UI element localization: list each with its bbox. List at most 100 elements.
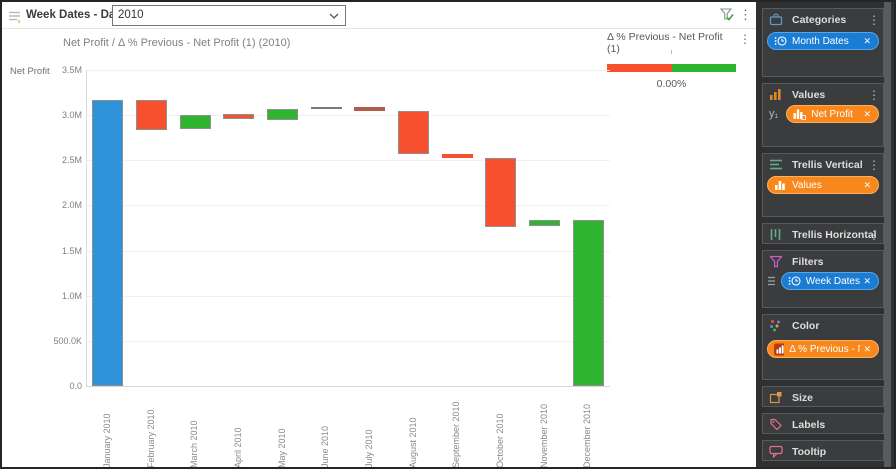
date-field-icon	[774, 35, 787, 47]
waterfall-bar[interactable]	[442, 154, 473, 158]
y-tick-label: 500.0K	[20, 336, 82, 346]
legend-midpoint-tick	[671, 50, 672, 54]
gridline	[86, 70, 610, 71]
report-canvas: Week Dates - Date 2010 ⋮ Net Profit / Δ …	[2, 2, 756, 467]
gridline	[86, 205, 610, 206]
visual-options-icon[interactable]: ⋮	[739, 8, 752, 22]
trellis-vertical-icon	[769, 158, 783, 171]
pill-values[interactable]: Values ✕	[767, 176, 879, 194]
filters-icon	[769, 255, 783, 268]
values-options-icon[interactable]: ⋮	[868, 88, 880, 102]
measure-icon	[793, 108, 806, 120]
waterfall-bar[interactable]	[354, 107, 385, 111]
x-axis-label: May 2010	[277, 390, 288, 467]
y-tick-label: 3.0M	[20, 110, 82, 120]
field-well-filters: Filters Week Dates ✕	[762, 250, 884, 308]
year-dropdown[interactable]: 2010	[112, 5, 346, 26]
remove-field-icon[interactable]: ✕	[863, 276, 871, 287]
field-well-categories: Categories ⋮ Month Dates ✕	[762, 8, 884, 77]
gridline	[86, 251, 610, 252]
slicer-bar: Week Dates - Date 2010 ⋮	[2, 2, 756, 29]
remove-field-icon[interactable]: ✕	[863, 344, 871, 355]
slicer-title: Week Dates - Date	[26, 9, 126, 21]
color-header[interactable]: Color	[763, 315, 883, 336]
categories-options-icon[interactable]: ⋮	[868, 13, 880, 27]
waterfall-bar[interactable]	[398, 111, 429, 154]
value-axis-prefix: y₁	[769, 108, 778, 120]
x-axis-label: July 2010	[364, 390, 375, 467]
remove-field-icon[interactable]: ✕	[863, 180, 871, 191]
tooltip-header[interactable]: Tooltip	[763, 441, 883, 462]
trellis-horizontal-options-icon[interactable]: ⋮	[868, 228, 880, 242]
legend-negative-swatch	[607, 64, 672, 72]
size-header[interactable]: Size	[763, 387, 883, 408]
pill-color-measure[interactable]: Δ % Previous - Ne... ✕	[767, 340, 879, 358]
panel-scrollbar-thumb[interactable]	[884, 2, 891, 467]
x-axis-line	[86, 386, 610, 387]
y-axis-line	[86, 70, 87, 386]
waterfall-bar[interactable]	[529, 220, 560, 226]
field-well-color: Color Δ % Previous - Ne... ✕	[762, 314, 884, 380]
waterfall-bar[interactable]	[485, 158, 516, 227]
x-axis-label: April 2010	[233, 390, 244, 467]
x-axis-label: June 2010	[320, 390, 331, 467]
x-axis-label: October 2010	[495, 390, 506, 467]
remove-field-icon[interactable]: ✕	[863, 36, 871, 47]
labels-icon	[769, 418, 783, 431]
slicer-icon	[8, 10, 24, 24]
trellis-vertical-options-icon[interactable]: ⋮	[868, 158, 880, 172]
pill-net-profit[interactable]: Net Profit ✕	[786, 105, 879, 123]
x-axis-label: January 2010	[102, 390, 113, 467]
remove-field-icon[interactable]: ✕	[863, 109, 871, 120]
values-header[interactable]: Values ⋮	[763, 84, 883, 105]
legend-options-icon[interactable]: ⋮	[739, 32, 751, 46]
trellis-vertical-header[interactable]: Trellis Vertical ⋮	[763, 154, 883, 175]
trellis-horizontal-icon	[769, 228, 783, 241]
app-window: Week Dates - Date 2010 ⋮ Net Profit / Δ …	[0, 0, 896, 469]
x-axis-label: February 2010	[146, 390, 157, 467]
field-well-trellis-vertical: Trellis Vertical ⋮ Values ✕	[762, 153, 884, 217]
color-icon	[769, 319, 783, 332]
waterfall-bar[interactable]	[573, 220, 604, 386]
panel-scrollbar[interactable]	[884, 2, 891, 467]
x-axis-label: September 2010	[451, 390, 462, 467]
chevron-down-icon	[329, 13, 339, 20]
color-legend: Δ % Previous - Net Profit (1) ⋮ 0.00%	[607, 31, 749, 90]
y-tick-label: 2.5M	[20, 155, 82, 165]
x-axis-label: December 2010	[582, 390, 593, 467]
field-well-labels: Labels	[762, 413, 884, 434]
measure-icon	[774, 179, 787, 191]
x-axis-label: November 2010	[539, 390, 550, 467]
gridline	[86, 296, 610, 297]
field-well-size: Size	[762, 386, 884, 407]
trellis-horizontal-header[interactable]: Trellis Horizontal ⋮	[763, 224, 883, 245]
gridline	[86, 341, 610, 342]
pill-month-dates[interactable]: Month Dates ✕	[767, 32, 879, 50]
legend-positive-swatch	[672, 64, 737, 72]
categories-header[interactable]: Categories ⋮	[763, 9, 883, 30]
field-well-values: Values ⋮ y₁ Net Profit ✕	[762, 83, 884, 147]
size-icon	[769, 391, 783, 404]
field-well-trellis-horizontal: Trellis Horizontal ⋮	[762, 223, 884, 244]
field-well-panel: Categories ⋮ Month Dates ✕	[756, 2, 894, 467]
y-tick-label: 3.5M	[20, 65, 82, 75]
values-icon	[769, 88, 783, 101]
categories-icon	[769, 13, 783, 26]
pill-week-dates[interactable]: Week Dates ✕	[781, 272, 879, 290]
waterfall-bar[interactable]	[92, 100, 123, 386]
legend-gradient-bar	[607, 64, 736, 72]
gridline	[86, 160, 610, 161]
y-tick-label: 0.0	[20, 381, 82, 391]
waterfall-bar[interactable]	[311, 107, 342, 109]
waterfall-bar[interactable]	[267, 109, 298, 120]
filter-applied-icon[interactable]	[719, 7, 735, 23]
waterfall-bar[interactable]	[223, 114, 254, 119]
waterfall-bar[interactable]	[180, 115, 211, 129]
waterfall-bar[interactable]	[136, 100, 167, 130]
y-tick-label: 2.0M	[20, 200, 82, 210]
labels-header[interactable]: Labels	[763, 414, 883, 435]
chart-title: Net Profit / Δ % Previous - Net Profit (…	[63, 37, 290, 49]
y-tick-label: 1.5M	[20, 246, 82, 256]
filters-header[interactable]: Filters	[763, 251, 883, 272]
tooltip-icon	[769, 445, 783, 458]
